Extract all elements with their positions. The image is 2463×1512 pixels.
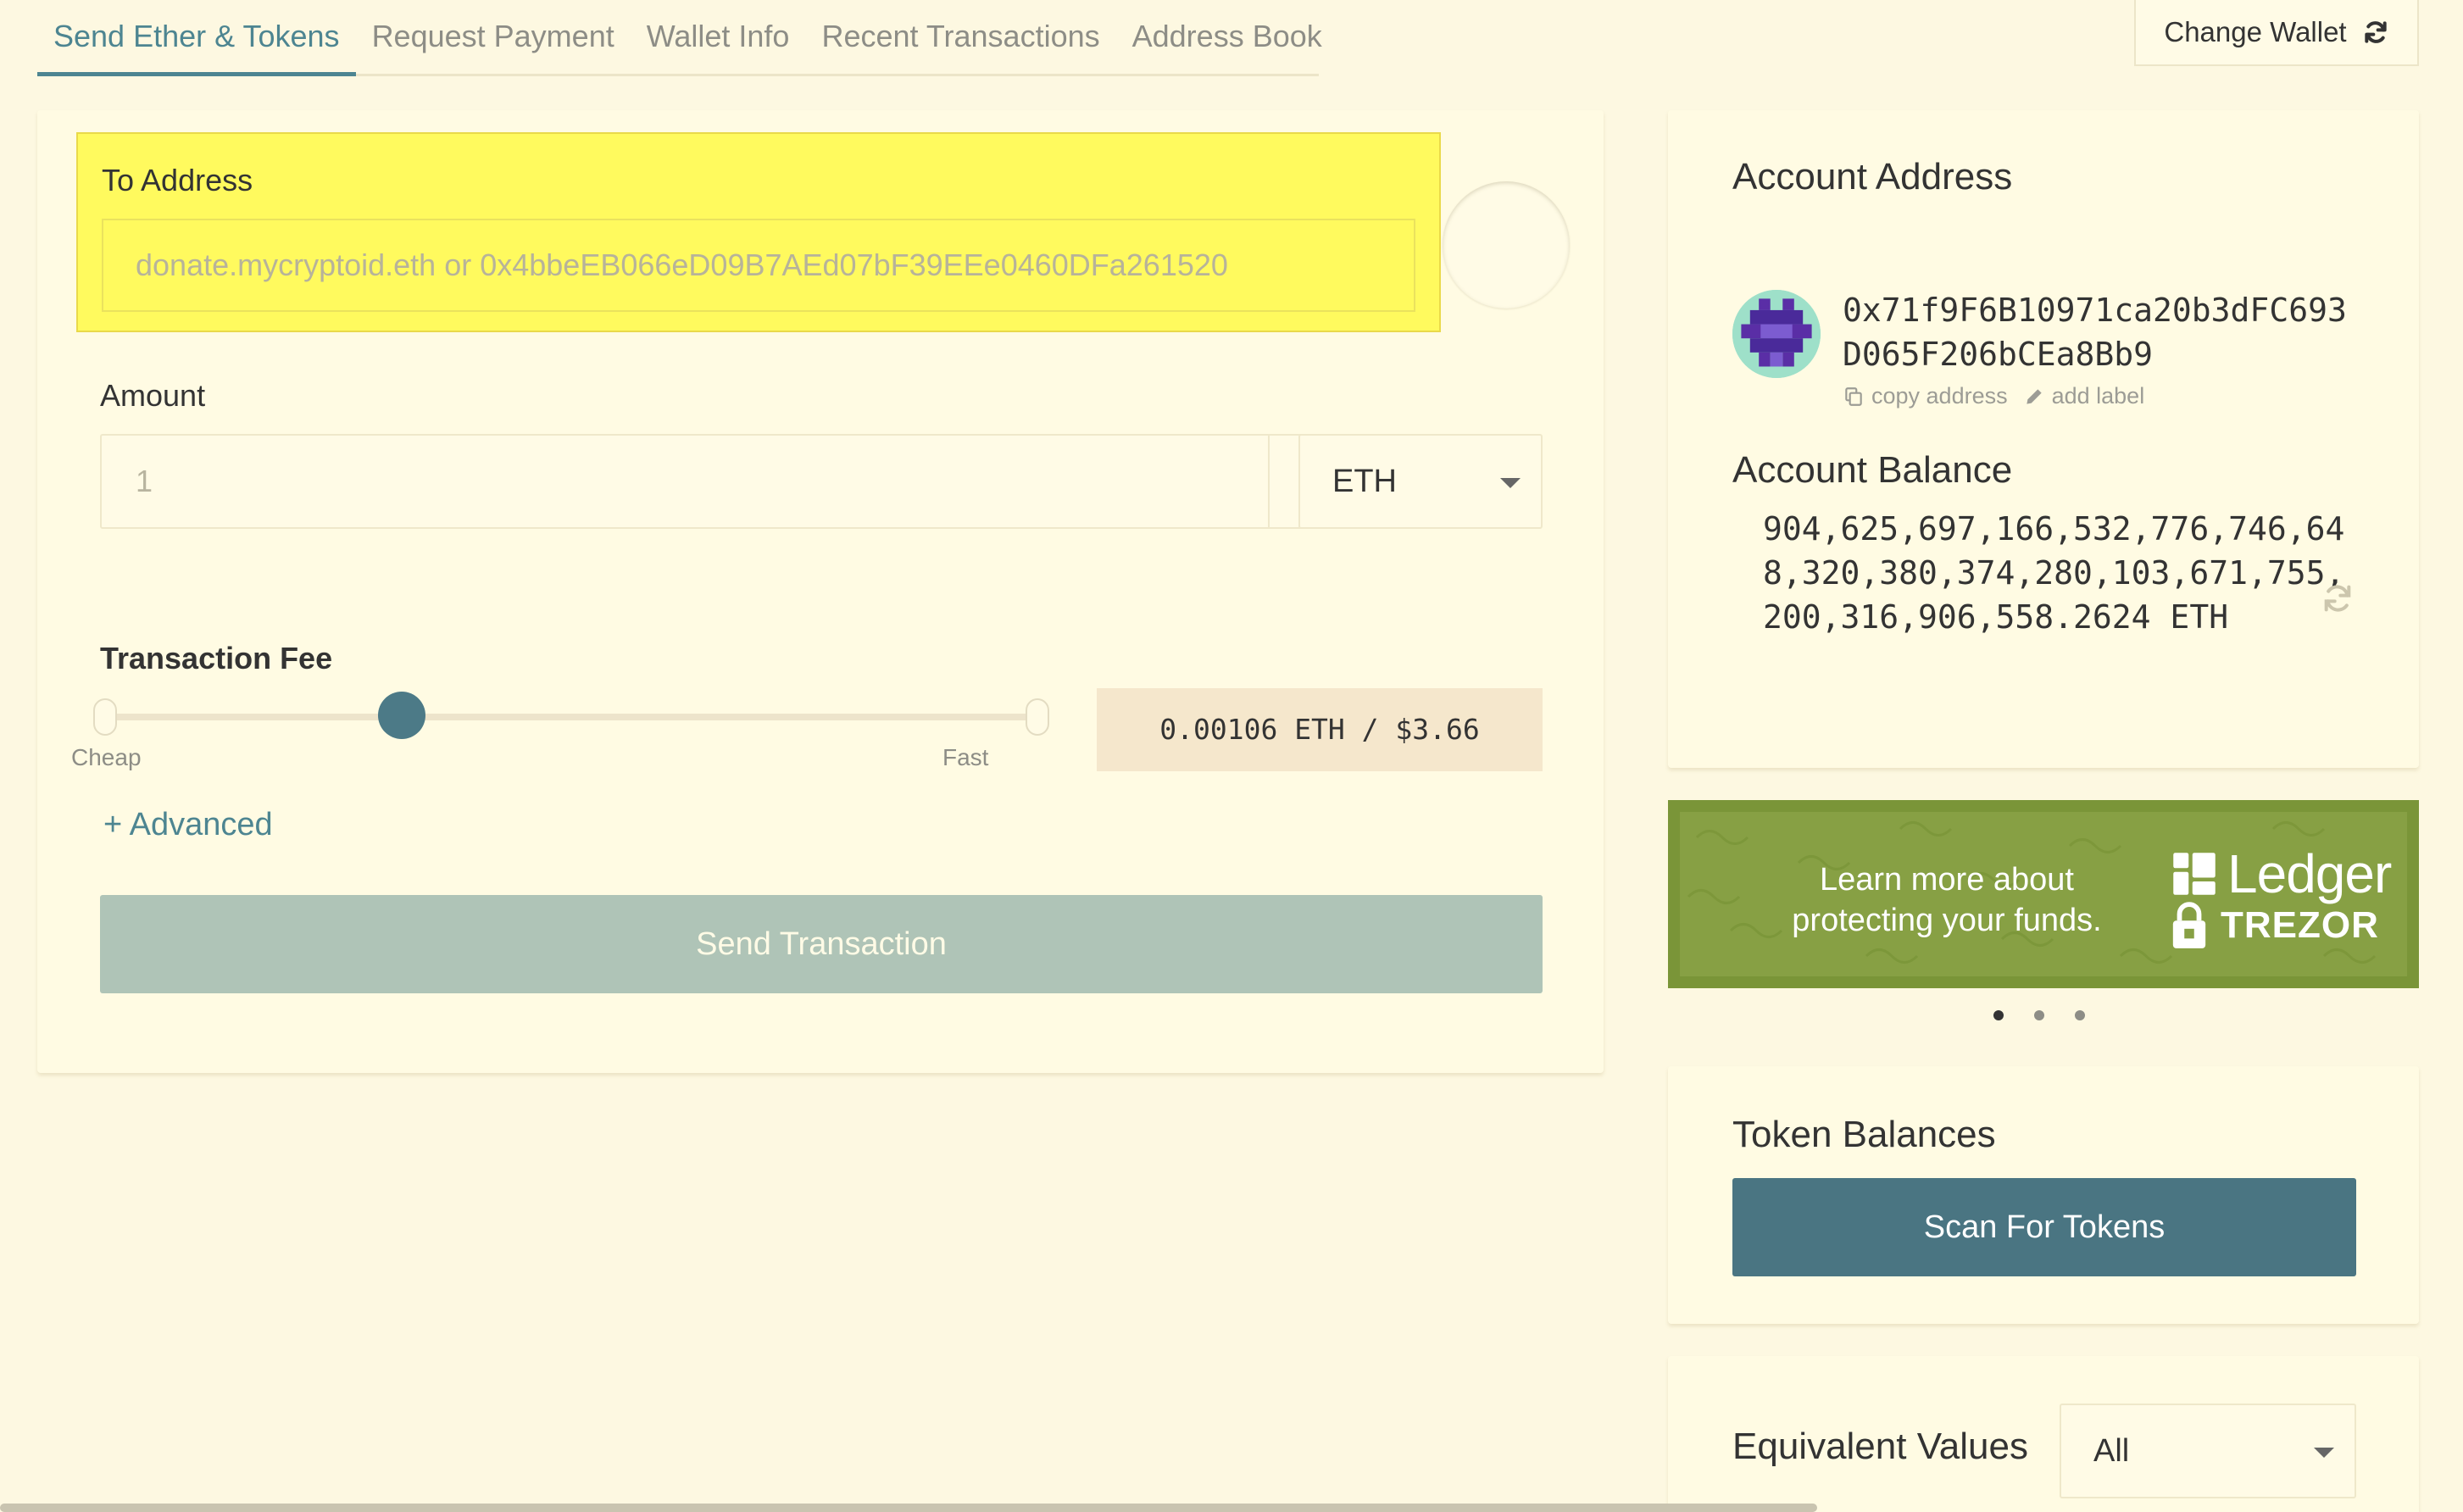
account-address-value: 0x71f9F6B10971ca20b3dFC693D065F206bCEa8B… — [1843, 292, 2347, 373]
carousel-dot-2[interactable] — [2034, 1010, 2044, 1020]
token-balances-card: Token Balances Scan For Tokens — [1668, 1066, 2419, 1324]
scan-for-tokens-button[interactable]: Scan For Tokens — [1732, 1178, 2356, 1276]
carousel-dot-3[interactable] — [2075, 1010, 2085, 1020]
chevron-down-icon — [2314, 1448, 2334, 1458]
amount-label: Amount — [100, 378, 206, 413]
fee-slider-handle[interactable] — [378, 692, 425, 739]
tab-bar: Send Ether & Tokens Request Payment Wall… — [37, 0, 1322, 76]
unit-select[interactable]: ETH — [1298, 434, 1543, 529]
ledger-logo: Ledger — [2171, 842, 2392, 905]
token-balances-title: Token Balances — [1732, 1114, 1996, 1155]
address-actions: copy address add label — [1843, 383, 2144, 409]
add-label-button[interactable]: add label — [2023, 383, 2145, 409]
trezor-logo: TREZOR — [2170, 900, 2379, 951]
horizontal-scrollbar[interactable] — [0, 1504, 1817, 1512]
equivalent-values-card: Equivalent Values All — [1668, 1356, 2419, 1512]
carousel-dot-1[interactable] — [1993, 1010, 2004, 1020]
amount-value: 1 — [136, 464, 153, 498]
to-address-label: To Address — [102, 163, 253, 197]
tab-send-ether-tokens[interactable]: Send Ether & Tokens — [37, 0, 356, 76]
copy-icon — [1845, 386, 1862, 406]
tab-recent-transactions[interactable]: Recent Transactions — [805, 0, 1115, 76]
account-card: Account Address 0x71f9F6B10971ca20b3dFC6… — [1668, 110, 2419, 768]
pencil-icon — [2026, 388, 2042, 404]
refresh-balance-icon[interactable] — [2321, 581, 2355, 615]
equivalent-values-select[interactable]: All — [2060, 1404, 2356, 1498]
slider-cheap-label: Cheap — [71, 744, 142, 770]
fee-slider[interactable] — [93, 692, 1049, 739]
refresh-icon — [2364, 21, 2387, 43]
chevron-down-icon — [1500, 478, 1521, 488]
account-address-title: Account Address — [1732, 156, 2013, 197]
app-root: Send Ether & Tokens Request Payment Wall… — [0, 0, 2463, 1512]
ledger-icon — [2173, 853, 2216, 895]
change-wallet-button[interactable]: Change Wallet — [2134, 0, 2419, 66]
account-balance-title: Account Balance — [1732, 449, 2013, 491]
trezor-brand: TREZOR — [2221, 904, 2379, 946]
promo-line-1: Learn more about — [1820, 862, 2074, 898]
copy-address-label: copy address — [1871, 383, 2008, 409]
copy-address-button[interactable]: copy address — [1843, 383, 2008, 409]
account-identicon — [1732, 290, 1821, 378]
identicon-graphic — [1732, 290, 1821, 378]
tab-wallet-info[interactable]: Wallet Info — [631, 0, 806, 76]
account-balance-value: 904,625,697,166,532,776,746,648,320,380,… — [1763, 510, 2345, 636]
promo-carousel-dots — [1993, 1010, 2085, 1020]
amount-input[interactable]: 1 — [100, 434, 1382, 529]
slider-min-stop — [93, 698, 117, 736]
ledger-brand: Ledger — [2227, 843, 2392, 904]
equivalent-values-selected: All — [2093, 1433, 2130, 1469]
slider-fast-label: Fast — [942, 744, 989, 770]
fee-readout: 0.00106 ETH / $3.66 — [1097, 688, 1543, 771]
slider-max-stop — [1026, 698, 1049, 736]
promo-line-2: protecting your funds. — [1792, 903, 2102, 938]
lock-icon — [2172, 902, 2206, 948]
hardware-wallet-promo[interactable]: Learn more about protecting your funds. … — [1668, 800, 2419, 988]
unit-value: ETH — [1332, 464, 1397, 499]
tab-address-book[interactable]: Address Book — [1116, 0, 1338, 76]
send-transaction-button[interactable]: Send Transaction — [100, 895, 1543, 993]
recipient-identicon-placeholder — [1443, 181, 1570, 309]
transaction-fee-label: Transaction Fee — [100, 641, 333, 675]
advanced-link[interactable]: + Advanced — [103, 807, 273, 843]
equivalent-values-title: Equivalent Values — [1732, 1426, 2028, 1467]
promo-text: Learn more about protecting your funds. — [1756, 859, 2138, 941]
add-label-text: add label — [2051, 383, 2145, 409]
to-address-section: To Address donate.mycryptoid.eth or 0x4b… — [76, 132, 1441, 332]
to-address-input[interactable]: donate.mycryptoid.eth or 0x4bbeEB066eD09… — [102, 219, 1415, 312]
change-wallet-label: Change Wallet — [2164, 16, 2347, 47]
tab-request-payment[interactable]: Request Payment — [356, 0, 631, 76]
